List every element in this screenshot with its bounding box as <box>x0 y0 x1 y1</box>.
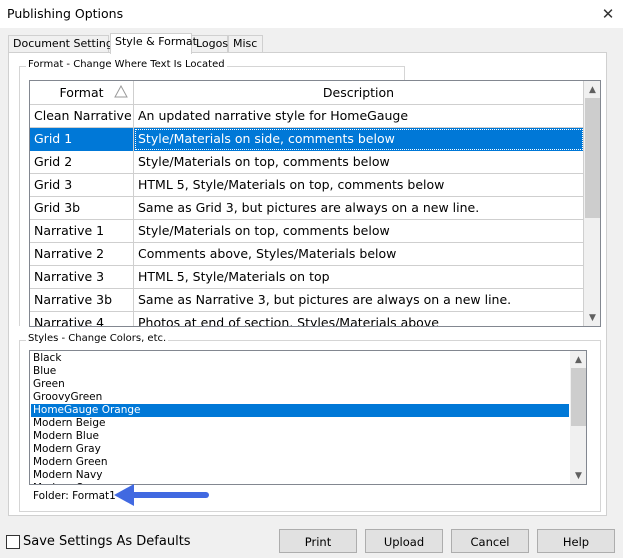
table-row[interactable]: Grid 3b Same as Grid 3, but pictures are … <box>30 197 584 220</box>
table-row[interactable]: Clean Narrative An updated narrative styl… <box>30 105 584 128</box>
styles-list[interactable]: Black Blue Green GroovyGreen HomeGauge Orang… <box>29 350 587 485</box>
list-item[interactable]: Modern Beige <box>31 417 569 430</box>
format-cell: Grid 3 <box>30 174 134 197</box>
column-header-format[interactable]: Format <box>30 81 134 105</box>
folder-label: Folder: Format1 <box>33 490 116 502</box>
description-cell: Same as Narrative 3, but pictures are al… <box>134 289 584 312</box>
scroll-thumb[interactable] <box>585 98 600 218</box>
checkbox-box[interactable] <box>6 535 20 549</box>
tab-document-settings[interactable]: Document Settings <box>8 35 119 53</box>
help-button[interactable]: Help <box>537 529 615 553</box>
format-cell: Grid 2 <box>30 151 134 174</box>
format-group-label: Format - Change Where Text Is Located <box>26 59 227 70</box>
format-cell: Narrative 1 <box>30 220 134 243</box>
table-row[interactable]: Grid 2 Style/Materials on top, comments b… <box>30 151 584 174</box>
cancel-button[interactable]: Cancel <box>451 529 529 553</box>
format-cell: Narrative 3 <box>30 266 134 289</box>
list-item[interactable]: Modern Gray <box>31 443 569 456</box>
format-list-body: Clean Narrative An updated narrative styl… <box>30 105 584 326</box>
upload-button[interactable]: Upload <box>365 529 443 553</box>
format-cell: Grid 1 <box>30 128 134 151</box>
format-cell: Narrative 2 <box>30 243 134 266</box>
list-item[interactable]: Black <box>31 352 569 365</box>
scroll-thumb[interactable] <box>571 368 586 426</box>
scroll-down-icon[interactable]: ▼ <box>584 309 600 326</box>
description-cell: Photos at end of section, Styles/Materia… <box>134 312 584 326</box>
description-cell: Style/Materials on side, comments below <box>134 128 584 151</box>
list-item[interactable]: Modern Green <box>31 456 569 469</box>
format-list[interactable]: Format Description Clean Narrative An upd… <box>29 80 601 327</box>
table-row[interactable]: Grid 3 HTML 5, Style/Materials on top, co… <box>30 174 584 197</box>
scroll-up-icon[interactable]: ▲ <box>570 351 586 368</box>
description-cell: Style/Materials on top, comments below <box>134 220 584 243</box>
table-row[interactable]: Narrative 3 HTML 5, Style/Materials on to… <box>30 266 584 289</box>
sort-ascending-icon <box>114 85 128 98</box>
scroll-up-icon[interactable]: ▲ <box>584 81 600 98</box>
format-cell: Narrative 4 <box>30 312 134 326</box>
description-cell: Style/Materials on top, comments below <box>134 151 584 174</box>
list-item[interactable]: Blue <box>31 365 569 378</box>
description-cell: Same as Grid 3, but pictures are always … <box>134 197 584 220</box>
close-icon: ✕ <box>601 5 615 23</box>
print-button[interactable]: Print <box>279 529 357 553</box>
tab-style-format[interactable]: Style & Format <box>110 33 197 54</box>
table-row[interactable]: Narrative 3b Same as Narrative 3, but pic… <box>30 289 584 312</box>
description-cell: HTML 5, Style/Materials on top, comments… <box>134 174 584 197</box>
list-item[interactable]: GroovyGreen <box>31 391 569 404</box>
format-list-header: Format Description <box>30 81 584 105</box>
close-button[interactable]: ✕ <box>593 0 623 28</box>
tab-misc[interactable]: Misc <box>228 35 263 53</box>
scroll-down-icon[interactable]: ▼ <box>570 467 586 484</box>
format-cell: Narrative 3b <box>30 289 134 312</box>
styles-group-label: Styles - Change Colors, etc. <box>26 333 169 344</box>
list-item[interactable]: Green <box>31 378 569 391</box>
column-header-description[interactable]: Description <box>134 81 584 105</box>
format-cell: Clean Narrative <box>30 105 134 128</box>
table-row[interactable]: Narrative 1 Style/Materials on top, comme… <box>30 220 584 243</box>
description-cell: HTML 5, Style/Materials on top <box>134 266 584 289</box>
annotation-arrow-icon <box>114 484 209 506</box>
title-bar: Publishing Options ✕ <box>0 0 623 28</box>
format-cell: Grid 3b <box>30 197 134 220</box>
format-list-scrollbar[interactable]: ▲ ▼ <box>584 81 600 326</box>
window-title: Publishing Options <box>7 6 124 21</box>
description-cell: Comments above, Styles/Materials below <box>134 243 584 266</box>
description-cell: An updated narrative style for HomeGauge <box>134 105 584 128</box>
save-defaults-label: Save Settings As Defaults <box>23 534 191 549</box>
table-row[interactable]: Narrative 4 Photos at end of section, Sty… <box>30 312 584 326</box>
table-row[interactable]: Grid 1 Style/Materials on side, comments … <box>30 128 584 151</box>
list-item[interactable]: HomeGauge Orange <box>31 404 569 417</box>
styles-list-scrollbar[interactable]: ▲ ▼ <box>570 351 586 484</box>
table-row[interactable]: Narrative 2 Comments above, Styles/Materi… <box>30 243 584 266</box>
list-item[interactable]: Modern Blue <box>31 430 569 443</box>
